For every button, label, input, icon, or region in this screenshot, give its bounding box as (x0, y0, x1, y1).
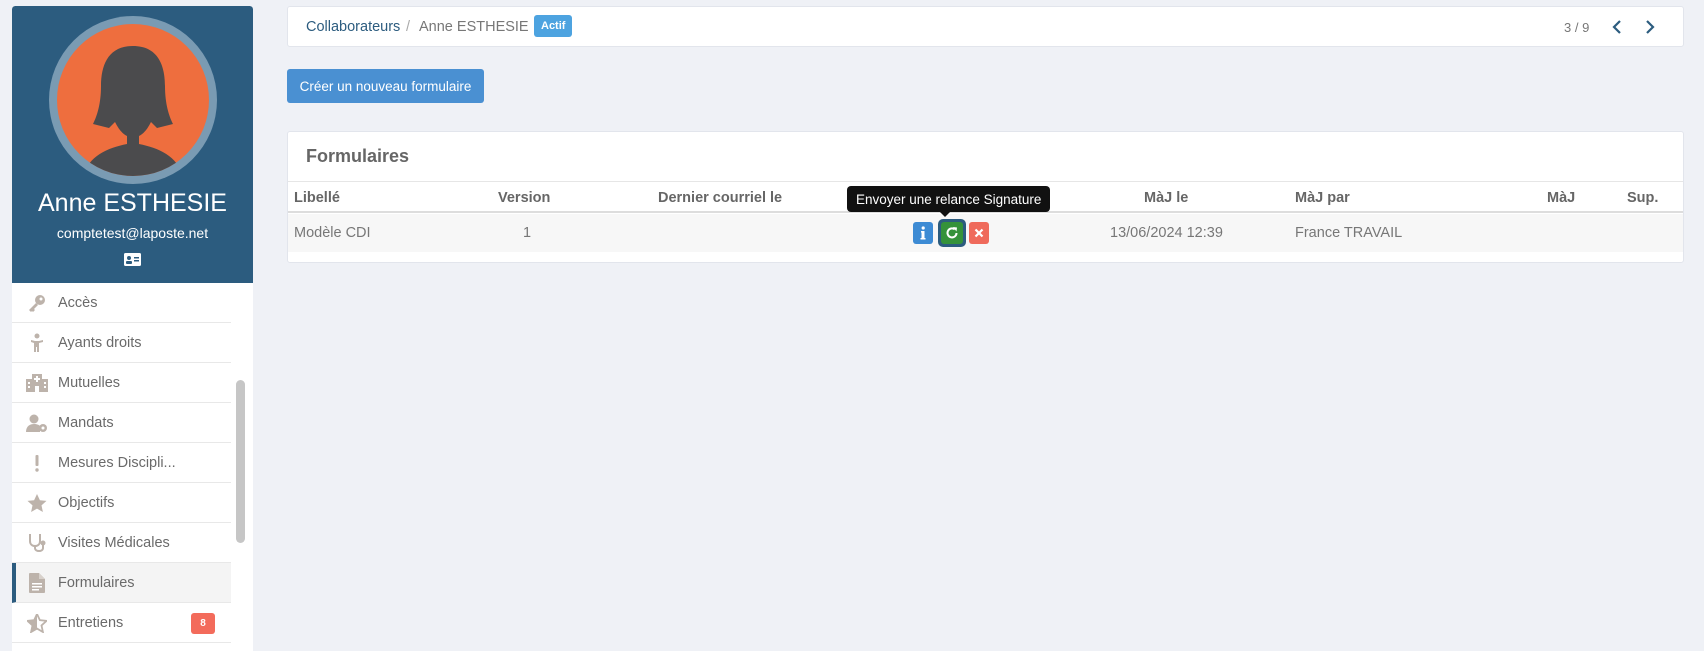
cell-maj-par: France TRAVAIL (1295, 225, 1403, 241)
tooltip: Envoyer une relance Signature (847, 186, 1051, 217)
key-icon (26, 293, 48, 313)
chevron-left-icon (1612, 20, 1621, 34)
column-header-libelle[interactable]: Libellé (294, 190, 340, 206)
chevron-right-icon (1646, 20, 1655, 34)
column-header-sup: Sup. (1627, 190, 1659, 206)
send-reminder-button[interactable] (938, 219, 966, 247)
sidebar-item-acces[interactable]: Accès (12, 283, 231, 323)
star-icon (26, 493, 48, 513)
card-title: Formulaires (306, 146, 410, 166)
column-header-version[interactable]: Version (498, 190, 550, 206)
notification-badge: 8 (191, 613, 215, 634)
status-badge: Actif (534, 15, 573, 37)
child-icon (26, 333, 48, 353)
user-silhouette-icon (83, 46, 183, 176)
sidebar-item-label: Objectifs (58, 494, 115, 511)
profile-name: Anne ESTHESIE (38, 189, 227, 217)
sidebar-item-label: Accès (58, 294, 98, 311)
create-form-button[interactable]: Créer un nouveau formulaire (287, 69, 484, 103)
breadcrumb-separator: / (406, 19, 411, 35)
sidebar-item-visites-medicales[interactable]: Visites Médicales (12, 523, 231, 563)
cell-maj-le: 13/06/2024 12:39 (1110, 225, 1223, 241)
info-button[interactable] (913, 222, 933, 244)
column-header-maj-par[interactable]: MàJ par (1295, 190, 1350, 206)
next-button[interactable] (1640, 16, 1660, 38)
close-icon (974, 228, 984, 238)
breadcrumb-bar: Collaborateurs / Anne ESTHESIE Actif 3 /… (287, 6, 1684, 47)
file-icon (26, 573, 48, 593)
profile-card: Anne ESTHESIE comptetest@laposte.net (12, 6, 253, 283)
sidebar-item-mandats[interactable]: Mandats (12, 403, 231, 443)
sidebar-item-label: Mandats (58, 414, 114, 431)
exclamation-icon (26, 453, 48, 473)
sidebar: Anne ESTHESIE comptetest@laposte.net Acc… (12, 6, 253, 651)
breadcrumb-current: Anne ESTHESIE (419, 19, 529, 35)
sidebar-item-label: Entretiens (58, 614, 124, 631)
sidebar-item-label: Visites Médicales (58, 534, 170, 551)
id-card-icon[interactable] (124, 253, 141, 266)
sidebar-item-mesures-disciplinaires[interactable]: Mesures Discipli... (12, 443, 231, 483)
previous-button[interactable] (1607, 16, 1627, 38)
column-header-maj-le[interactable]: MàJ le (1144, 190, 1188, 206)
sidebar-item-label: Mesures Discipli... (58, 454, 176, 471)
sidebar-item-entretiens[interactable]: Entretiens 8 (12, 603, 231, 643)
info-icon (920, 226, 926, 240)
sidebar-item-label: Mutuelles (58, 374, 121, 391)
breadcrumb-collaborateurs-link[interactable]: Collaborateurs (306, 19, 400, 35)
sidebar-item-mutuelles[interactable]: Mutuelles (12, 363, 231, 403)
profile-email: comptetest@laposte.net (56, 225, 209, 241)
refresh-icon (946, 227, 958, 239)
sidebar-item-label: Formulaires (58, 574, 135, 591)
sidebar-menu: Accès Ayants droits Mutuelles Mandats Me… (12, 283, 231, 643)
sidebar-scrollbar[interactable] (236, 380, 245, 543)
stethoscope-icon (26, 533, 48, 553)
star-half-icon (26, 613, 48, 633)
delete-button[interactable] (969, 222, 989, 244)
hospital-icon (26, 373, 48, 393)
cell-libelle: Modèle CDI (294, 225, 371, 241)
pager-position: 3 / 9 (1564, 20, 1590, 35)
user-gear-icon (26, 413, 48, 433)
column-header-dernier-courriel[interactable]: Dernier courriel le (658, 190, 782, 206)
table-row: Modèle CDI 1 13/06/2024 12:39 France TRA… (288, 214, 1683, 252)
sidebar-item-label: Ayants droits (58, 334, 142, 351)
column-header-maj: MàJ (1547, 190, 1576, 206)
sidebar-item-objectifs[interactable]: Objectifs (12, 483, 231, 523)
sidebar-item-formulaires[interactable]: Formulaires (12, 563, 231, 603)
sidebar-item-ayants-droits[interactable]: Ayants droits (12, 323, 231, 363)
avatar (49, 16, 217, 184)
cell-version: 1 (523, 225, 532, 241)
